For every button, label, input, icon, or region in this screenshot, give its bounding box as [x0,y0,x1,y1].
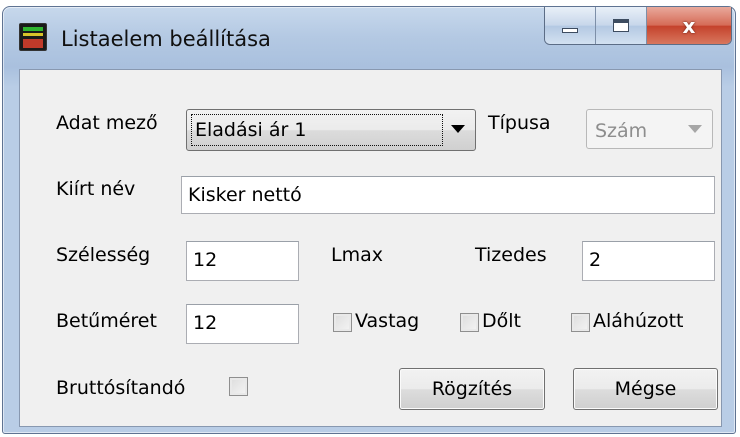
caption-buttons: x [544,7,732,45]
decimals-input[interactable]: 2 [582,241,715,281]
italic-label[interactable]: Dőlt [482,310,521,332]
font-size-label: Betűméret [56,310,157,332]
app-icon [19,23,47,51]
width-input[interactable]: 12 [186,241,299,281]
chevron-down-icon[interactable] [451,125,465,133]
bold-checkbox[interactable] [333,313,352,332]
maximize-icon [613,19,629,32]
lmax-label: Lmax [331,244,383,266]
title-bar[interactable]: Listaelem beállítása x [3,7,735,69]
type-value: Szám [595,120,648,142]
dialog-body: Adat mező Eladási ár 1 Típusa Szám Kiírt… [19,69,722,427]
display-name-input[interactable]: Kisker nettó [181,176,715,214]
underline-label[interactable]: Aláhúzott [593,310,684,332]
window-title: Listaelem beállítása [61,27,271,51]
maximize-button[interactable] [596,7,647,44]
type-select[interactable]: Szám [586,109,713,149]
display-name-label: Kiírt név [56,178,136,200]
minimize-icon [562,28,578,33]
width-label: Szélesség [56,244,151,266]
data-field-value: Eladási ár 1 [191,114,443,146]
data-field-select[interactable]: Eladási ár 1 [186,109,476,151]
decimals-label: Tizedes [475,244,547,266]
minimize-button[interactable] [545,7,596,44]
bold-label[interactable]: Vastag [355,310,419,332]
gross-label: Bruttósítandó [56,377,186,399]
save-button[interactable]: Rögzítés [399,368,545,410]
type-label: Típusa [488,112,551,134]
close-icon: x [682,13,696,38]
underline-checkbox[interactable] [571,313,590,332]
close-button[interactable]: x [647,7,731,44]
font-size-input[interactable]: 12 [186,304,299,344]
data-field-label: Adat mező [56,112,158,134]
chevron-down-icon[interactable] [688,125,702,133]
dialog-window: Listaelem beállítása x Adat mező Eladási… [2,6,736,434]
italic-checkbox[interactable] [460,313,479,332]
cancel-button[interactable]: Mégse [573,368,718,410]
gross-checkbox[interactable] [229,377,248,396]
